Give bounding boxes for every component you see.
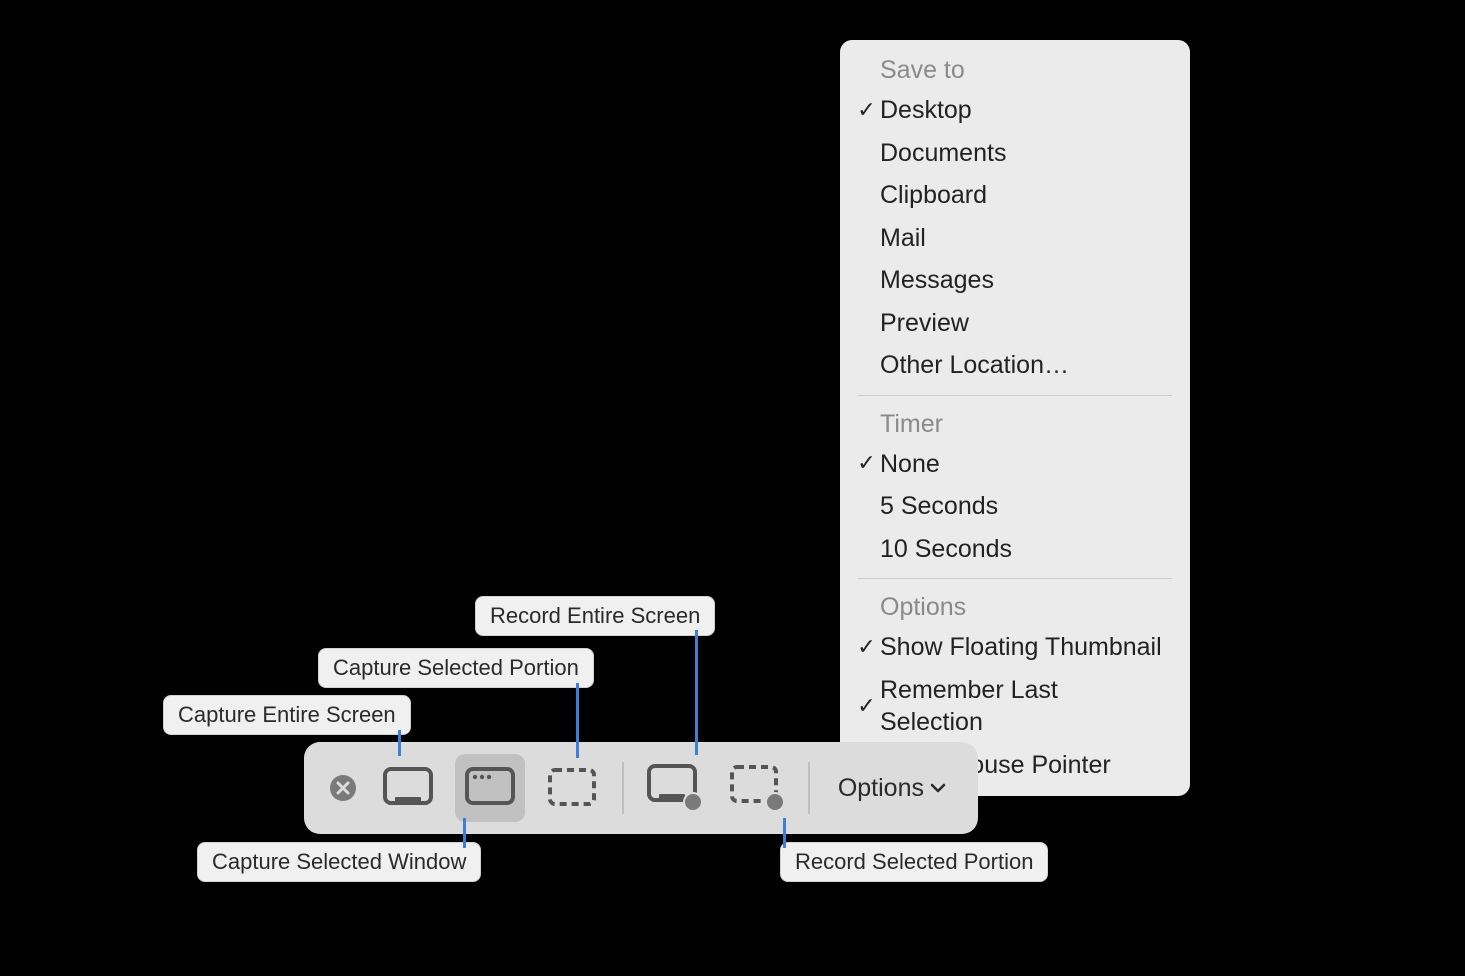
options-menu: Save to ✓Desktop Documents Clipboard Mai… <box>840 40 1190 796</box>
menu-item-label: Clipboard <box>880 179 987 212</box>
checkmark-icon: ✓ <box>853 633 880 662</box>
menu-item-label: Preview <box>880 307 969 340</box>
menu-item-remember-selection[interactable]: ✓Remember Last Selection <box>840 669 1190 744</box>
checkmark-icon: ✓ <box>853 692 880 721</box>
capture-selected-portion-button[interactable] <box>537 754 607 822</box>
options-button-label: Options <box>838 774 924 803</box>
toolbar-divider <box>808 762 810 814</box>
checkmark-icon: ✓ <box>853 96 880 125</box>
menu-section-header-save-to: Save to <box>840 50 1190 89</box>
menu-divider <box>858 578 1172 579</box>
callout-label: Record Entire Screen <box>475 596 715 636</box>
menu-item-label: 10 Seconds <box>880 533 1012 566</box>
menu-item-label: Documents <box>880 137 1006 170</box>
menu-item-label: Mail <box>880 222 926 255</box>
menu-item-label: 5 Seconds <box>880 490 998 523</box>
record-selected-portion-button[interactable] <box>722 754 792 822</box>
record-entire-screen-button[interactable] <box>640 754 710 822</box>
record-screen-icon <box>647 764 703 812</box>
callout-label: Capture Selected Portion <box>318 648 594 688</box>
close-button[interactable] <box>318 773 367 803</box>
screenshot-toolbar: Options <box>304 742 978 834</box>
callout-leader <box>695 630 698 755</box>
screen-icon <box>383 767 433 809</box>
callout-label: Capture Entire Screen <box>163 695 411 735</box>
record-selection-icon <box>729 764 785 812</box>
menu-item-label: Desktop <box>880 94 972 127</box>
callout-leader <box>576 683 579 758</box>
menu-item-label: Show Floating Thumbnail <box>880 631 1162 664</box>
chevron-down-icon <box>930 783 946 793</box>
menu-item-messages[interactable]: Messages <box>840 259 1190 302</box>
close-icon <box>328 773 358 803</box>
menu-item-label: Messages <box>880 264 994 297</box>
checkmark-icon: ✓ <box>853 449 880 478</box>
window-icon <box>465 767 515 809</box>
menu-item-mail[interactable]: Mail <box>840 217 1190 260</box>
menu-divider <box>858 395 1172 396</box>
menu-item-timer-10s[interactable]: 10 Seconds <box>840 528 1190 571</box>
toolbar-divider <box>622 762 624 814</box>
selection-icon <box>547 767 597 809</box>
menu-item-label: None <box>880 448 940 481</box>
menu-section-header-timer: Timer <box>840 404 1190 443</box>
menu-item-timer-none[interactable]: ✓None <box>840 443 1190 486</box>
menu-item-clipboard[interactable]: Clipboard <box>840 174 1190 217</box>
menu-section-header-options: Options <box>840 587 1190 626</box>
menu-item-label: Other Location… <box>880 349 1069 382</box>
options-button[interactable]: Options <box>820 754 964 822</box>
callout-leader <box>783 818 786 848</box>
menu-item-timer-5s[interactable]: 5 Seconds <box>840 485 1190 528</box>
callout-label: Capture Selected Window <box>197 842 481 882</box>
menu-item-preview[interactable]: Preview <box>840 302 1190 345</box>
menu-item-desktop[interactable]: ✓Desktop <box>840 89 1190 132</box>
menu-item-label: Remember Last Selection <box>880 674 1164 739</box>
callout-leader <box>398 730 401 756</box>
callout-label: Record Selected Portion <box>780 842 1048 882</box>
callout-leader <box>463 818 466 848</box>
menu-item-other-location[interactable]: Other Location… <box>840 344 1190 387</box>
menu-item-documents[interactable]: Documents <box>840 132 1190 175</box>
menu-item-show-thumbnail[interactable]: ✓Show Floating Thumbnail <box>840 626 1190 669</box>
capture-selected-window-button[interactable] <box>455 754 525 822</box>
capture-entire-screen-button[interactable] <box>373 754 443 822</box>
